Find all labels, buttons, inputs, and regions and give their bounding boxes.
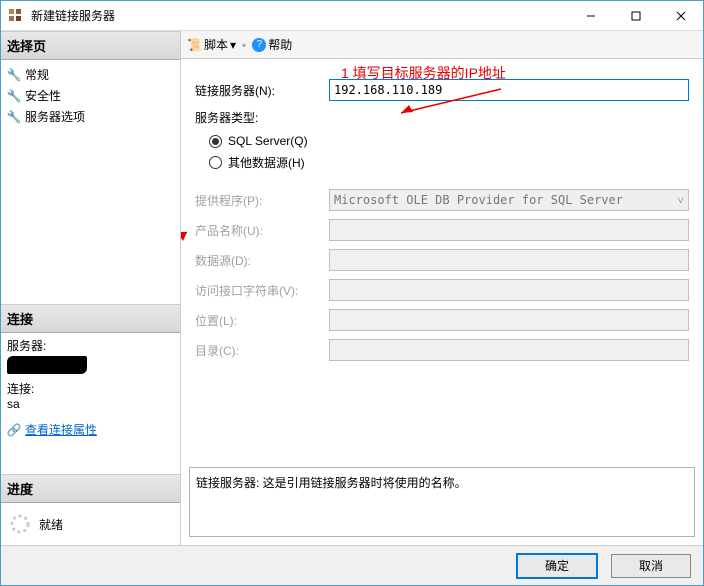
right-panel: 📜 脚本 ▾ ▪ ? 帮助 1 填写目标服务器的IP地址 链接服务器(N): [181, 31, 703, 545]
conn-label: 连接: [7, 380, 174, 397]
radio-other-label: 其他数据源(H) [228, 154, 305, 171]
nav-label: 安全性 [25, 87, 61, 104]
dialog-window: 新建链接服务器 选择页 🔧 常规 🔧 安全性 🔧 服务器选项 [0, 0, 704, 586]
wrench-icon: 🔧 [7, 89, 21, 103]
nav-server-options[interactable]: 🔧 服务器选项 [7, 106, 174, 127]
accessconn-label: 访问接口字符串(V): [189, 282, 329, 299]
product-input [329, 219, 689, 241]
help-button[interactable]: ? 帮助 [252, 36, 292, 53]
linked-server-label: 链接服务器(N): [189, 82, 329, 99]
radio-sql-server[interactable]: SQL Server(Q) [189, 134, 695, 148]
cancel-button[interactable]: 取消 [611, 554, 691, 578]
provider-value: Microsoft OLE DB Provider for SQL Server [334, 193, 623, 207]
radio-icon [209, 135, 222, 148]
location-input [329, 309, 689, 331]
description-text: 链接服务器: 这是引用链接服务器时将使用的名称。 [196, 476, 467, 490]
view-connection-props[interactable]: 🔗 查看连接属性 [7, 419, 174, 440]
catalog-input [329, 339, 689, 361]
progress-header: 进度 [1, 474, 180, 503]
radio-sql-label: SQL Server(Q) [228, 134, 308, 148]
app-icon [7, 7, 25, 25]
select-page-header: 选择页 [1, 31, 180, 60]
product-label: 产品名称(U): [189, 222, 329, 239]
conn-value: sa [7, 397, 174, 411]
connection-header: 连接 [1, 304, 180, 333]
wrench-icon: 🔧 [7, 110, 21, 124]
nav-label: 常规 [25, 66, 49, 83]
progress-status: 就绪 [39, 516, 63, 533]
server-label: 服务器: [7, 337, 174, 354]
provider-label: 提供程序(P): [189, 192, 329, 209]
chevron-down-icon: ˅ [677, 193, 684, 208]
datasource-label: 数据源(D): [189, 252, 329, 269]
toolbar-separator: ▪ [242, 38, 246, 52]
nav-general[interactable]: 🔧 常规 [7, 64, 174, 85]
ok-button[interactable]: 确定 [517, 554, 597, 578]
main-form: 1 填写目标服务器的IP地址 链接服务器(N): 服务器类型: 2 [181, 59, 703, 545]
description-box: 链接服务器: 这是引用链接服务器时将使用的名称。 [189, 467, 695, 537]
help-label: 帮助 [268, 36, 292, 53]
radio-icon [209, 156, 222, 169]
maximize-button[interactable] [613, 1, 658, 30]
progress-ring-icon [9, 513, 31, 535]
accessconn-input [329, 279, 689, 301]
radio-other-source[interactable]: 其他数据源(H) [189, 154, 695, 171]
dialog-footer: 确定 取消 [1, 545, 703, 585]
toolbar: 📜 脚本 ▾ ▪ ? 帮助 [181, 31, 703, 59]
annotation-arrow-2 [181, 224, 199, 274]
server-type-label: 服务器类型: [189, 109, 329, 126]
datasource-input [329, 249, 689, 271]
script-label: 脚本 [204, 36, 228, 53]
titlebar[interactable]: 新建链接服务器 [1, 1, 703, 31]
script-button[interactable]: 📜 脚本 ▾ [187, 36, 236, 53]
nav-label: 服务器选项 [25, 108, 85, 125]
script-icon: 📜 [187, 38, 202, 52]
minimize-button[interactable] [568, 1, 613, 30]
catalog-label: 目录(C): [189, 342, 329, 359]
wrench-icon: 🔧 [7, 68, 21, 82]
left-panel: 选择页 🔧 常规 🔧 安全性 🔧 服务器选项 连接 服务器: [1, 31, 181, 545]
window-title: 新建链接服务器 [31, 7, 568, 24]
server-value-redacted [7, 356, 87, 374]
provider-combo: Microsoft OLE DB Provider for SQL Server… [329, 189, 689, 211]
view-props-link[interactable]: 查看连接属性 [25, 421, 97, 438]
nav-security[interactable]: 🔧 安全性 [7, 85, 174, 106]
help-icon: ? [252, 38, 266, 52]
annotation-arrow-1 [391, 87, 511, 117]
close-button[interactable] [658, 1, 703, 30]
link-icon: 🔗 [7, 423, 21, 437]
location-label: 位置(L): [189, 312, 329, 329]
annotation-1: 1 填写目标服务器的IP地址 [341, 63, 506, 83]
dropdown-arrow-icon: ▾ [230, 38, 236, 52]
